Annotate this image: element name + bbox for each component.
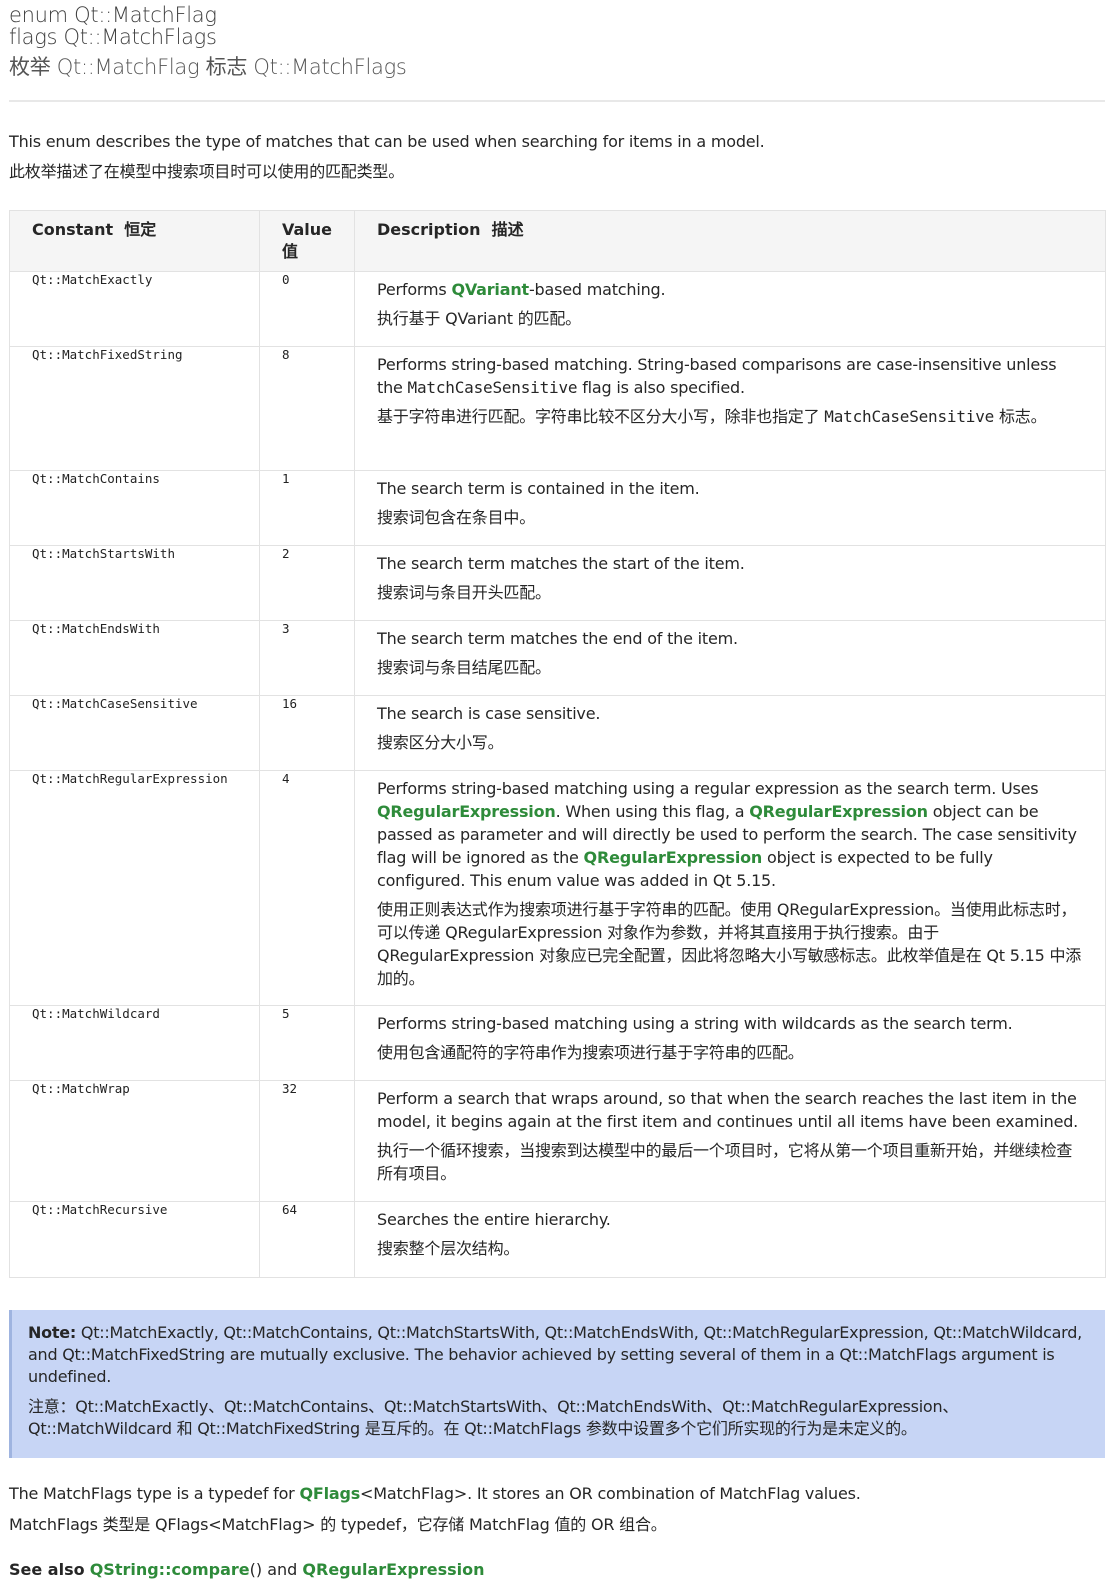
qregularexpression-link[interactable]: QRegularExpression (584, 848, 763, 867)
constant-cell: Qt::MatchStartsWith (9, 545, 260, 621)
intro-zh: 此枚举描述了在模型中搜索项目时可以使用的匹配类型。 (9, 162, 405, 181)
value-cell: 5 (259, 1005, 355, 1081)
table-row: Qt::MatchStartsWith 2 The search term ma… (9, 545, 1106, 621)
value-cell: 8 (259, 346, 355, 471)
enum-title-zh: 枚举 Qt::MatchFlag 标志 Qt::MatchFlags (9, 55, 407, 79)
table-row: Qt::MatchWildcard 5 Performs string-base… (9, 1005, 1106, 1081)
description-cell: The search is case sensitive. 搜索区分大小写。 (354, 695, 1106, 771)
constant-cell: Qt::MatchCaseSensitive (9, 695, 260, 771)
qregularexpression-link[interactable]: QRegularExpression (749, 802, 928, 821)
description-cell: Perform a search that wraps around, so t… (354, 1080, 1106, 1202)
note-zh: 注意：Qt::MatchExactly、Qt::MatchContains、Qt… (28, 1397, 959, 1438)
qvariant-link[interactable]: QVariant (451, 280, 529, 299)
constant-cell: Qt::MatchRegularExpression (9, 770, 260, 1006)
description-cell: The search term matches the start of the… (354, 545, 1106, 621)
description-cell: Performs QVariant-based matching. 执行基于 Q… (354, 271, 1106, 347)
description-cell: The search term is contained in the item… (354, 470, 1106, 546)
value-cell: 0 (259, 271, 355, 347)
note-en: Note: Qt::MatchExactly, Qt::MatchContain… (28, 1323, 1082, 1386)
column-header-description: Description 描述 (354, 210, 1106, 272)
table-row: Qt::MatchEndsWith 3 The search term matc… (9, 620, 1106, 696)
description-cell: Searches the entire hierarchy. 搜索整个层次结构。 (354, 1201, 1106, 1278)
qregularexpression-link[interactable]: QRegularExpression (302, 1560, 484, 1579)
description-cell: Performs string-based matching using a s… (354, 1005, 1106, 1081)
description-cell: Performs string-based matching. String-b… (354, 346, 1106, 471)
value-cell: 3 (259, 620, 355, 696)
value-cell: 64 (259, 1201, 355, 1278)
constant-cell: Qt::MatchExactly (9, 271, 260, 347)
enum-values-table: Constant 恒定 Value 值 Description 描述 Qt::Ma… (9, 210, 1106, 1278)
typedef-zh: MatchFlags 类型是 QFlags<MatchFlag> 的 typed… (9, 1515, 667, 1534)
description-cell: Performs string-based matching using a r… (354, 770, 1106, 1006)
value-cell: 32 (259, 1080, 355, 1202)
table-row: Qt::MatchRecursive 64 Searches the entir… (9, 1201, 1106, 1278)
qregularexpression-link[interactable]: QRegularExpression (377, 802, 556, 821)
constant-cell: Qt::MatchRecursive (9, 1201, 260, 1278)
flags-title: flags Qt::MatchFlags (9, 25, 217, 49)
typedef-en: The MatchFlags type is a typedef for QFl… (9, 1484, 861, 1503)
constant-cell: Qt::MatchFixedString (9, 346, 260, 471)
intro: This enum describes the type of matches … (9, 132, 1105, 182)
table-row: Qt::MatchRegularExpression 4 Performs st… (9, 770, 1106, 1006)
value-cell: 2 (259, 545, 355, 621)
table-row: Qt::MatchWrap 32 Perform a search that w… (9, 1080, 1106, 1202)
see-also: See also QString::compare() and QRegular… (9, 1560, 485, 1579)
constant-cell: Qt::MatchContains (9, 470, 260, 546)
table-row: Qt::MatchCaseSensitive 16 The search is … (9, 695, 1106, 771)
value-cell: 4 (259, 770, 355, 1006)
constant-cell: Qt::MatchEndsWith (9, 620, 260, 696)
table-header-row: Constant 恒定 Value 值 Description 描述 (9, 210, 1106, 272)
table-row: Qt::MatchFixedString 8 Performs string-b… (9, 346, 1106, 471)
column-header-value: Value 值 (259, 210, 355, 272)
note-box: Note: Qt::MatchExactly, Qt::MatchContain… (9, 1310, 1105, 1458)
table-row: Qt::MatchContains 1 The search term is c… (9, 470, 1106, 546)
qflags-link[interactable]: QFlags (299, 1484, 360, 1503)
value-cell: 1 (259, 470, 355, 546)
divider (9, 100, 1105, 102)
value-cell: 16 (259, 695, 355, 771)
typedef-description: The MatchFlags type is a typedef for QFl… (9, 1484, 1105, 1535)
note-label: Note: (28, 1323, 77, 1342)
description-cell: The search term matches the end of the i… (354, 620, 1106, 696)
table-row: Qt::MatchExactly 0 Performs QVariant-bas… (9, 271, 1106, 347)
enum-title: enum Qt::MatchFlag (9, 3, 217, 27)
qstring-compare-link[interactable]: QString::compare (90, 1560, 250, 1579)
constant-cell: Qt::MatchWrap (9, 1080, 260, 1202)
constant-cell: Qt::MatchWildcard (9, 1005, 260, 1081)
enum-heading: enum Qt::MatchFlag flags Qt::MatchFlags … (9, 0, 1105, 78)
intro-en: This enum describes the type of matches … (9, 132, 765, 151)
column-header-constant: Constant 恒定 (9, 210, 260, 272)
